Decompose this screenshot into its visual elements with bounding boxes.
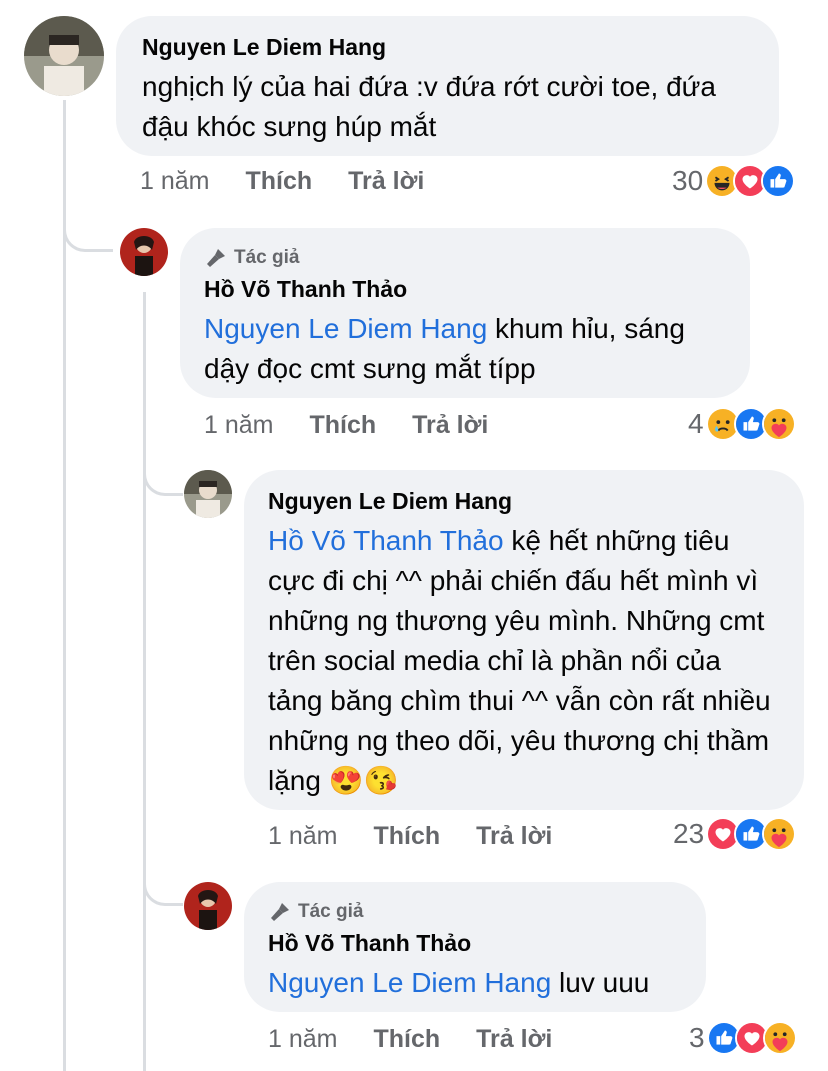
reply-button[interactable]: Trả lời — [412, 411, 488, 440]
reply-button[interactable]: Trả lời — [476, 1025, 552, 1054]
comment-actions: 1 năm Thích Trả lời — [140, 167, 460, 196]
comment-author[interactable]: Nguyen Le Diem Hang — [142, 34, 753, 61]
reply-button[interactable]: Trả lời — [348, 167, 424, 196]
comment-bubble: Tác giả Hồ Võ Thanh Thảo Nguyen Le Diem … — [180, 228, 750, 398]
comment-text: Nguyen Le Diem Hang luv uuu — [268, 963, 682, 1003]
author-badge-label: Tác giả — [298, 901, 364, 922]
thread-line — [143, 292, 146, 1071]
reply-button[interactable]: Trả lời — [476, 822, 552, 851]
microphone-icon — [271, 903, 289, 921]
mention-link[interactable]: Nguyen Le Diem Hang — [204, 313, 487, 344]
comment-bubble: Tác giả Hồ Võ Thanh Thảo Nguyen Le Diem … — [244, 882, 706, 1012]
comment-actions: 1 năm Thích Trả lời — [204, 411, 524, 440]
reaction-count: 23 — [673, 818, 705, 849]
comment-actions: 1 năm Thích Trả lời — [268, 822, 588, 851]
care-icon — [762, 817, 797, 851]
comment-bubble: Nguyen Le Diem Hang nghịch lý của hai đứ… — [116, 16, 779, 156]
thread-line-branch — [143, 860, 183, 906]
like-button[interactable]: Thích — [373, 1025, 440, 1054]
avatar[interactable] — [184, 470, 232, 518]
comment-author[interactable]: Nguyen Le Diem Hang — [268, 488, 780, 515]
author-badge-label: Tác giả — [234, 247, 300, 268]
comment-timestamp[interactable]: 1 năm — [268, 1025, 337, 1054]
reaction-summary[interactable]: 23 — [673, 817, 797, 851]
like-icon — [761, 164, 796, 198]
mention-link[interactable]: Hồ Võ Thanh Thảo — [268, 525, 504, 556]
like-button[interactable]: Thích — [245, 167, 312, 196]
comment-body: kệ hết những tiêu cực đi chị ^^ phải chi… — [268, 525, 771, 796]
comment-author[interactable]: Hồ Võ Thanh Thảo — [204, 276, 726, 303]
reaction-count: 30 — [672, 165, 704, 196]
comment-timestamp[interactable]: 1 năm — [268, 822, 337, 851]
microphone-icon — [207, 249, 225, 267]
avatar[interactable] — [120, 228, 168, 276]
comment-text: Hồ Võ Thanh Thảo kệ hết những tiêu cực đ… — [268, 521, 780, 801]
care-icon — [761, 407, 796, 441]
reaction-summary[interactable]: 3 — [689, 1021, 797, 1055]
comment-timestamp[interactable]: 1 năm — [204, 411, 273, 440]
reaction-count: 3 — [689, 1022, 705, 1053]
comment-text: nghịch lý của hai đứa :v đứa rớt cười to… — [142, 71, 716, 142]
comment-actions: 1 năm Thích Trả lời — [268, 1025, 588, 1054]
avatar[interactable] — [184, 882, 232, 930]
author-badge: Tác giả — [204, 246, 726, 270]
reaction-summary[interactable]: 4 — [688, 407, 796, 441]
comment-timestamp[interactable]: 1 năm — [140, 167, 209, 196]
thread-line — [63, 100, 66, 1071]
thread-line-branch — [143, 450, 183, 496]
reaction-count: 4 — [688, 408, 704, 439]
author-badge: Tác giả — [268, 900, 682, 924]
comment-body: luv uuu — [551, 967, 650, 998]
reaction-summary[interactable]: 30 — [672, 164, 796, 198]
avatar[interactable] — [24, 16, 104, 96]
comment-author[interactable]: Hồ Võ Thanh Thảo — [268, 930, 682, 957]
comment-text: Nguyen Le Diem Hang khum hỉu, sáng dậy đ… — [204, 309, 726, 389]
mention-link[interactable]: Nguyen Le Diem Hang — [268, 967, 551, 998]
comment-bubble: Nguyen Le Diem Hang Hồ Võ Thanh Thảo kệ … — [244, 470, 804, 810]
like-button[interactable]: Thích — [309, 411, 376, 440]
care-icon — [762, 1021, 797, 1055]
like-button[interactable]: Thích — [373, 822, 440, 851]
thread-line-branch — [63, 200, 113, 252]
